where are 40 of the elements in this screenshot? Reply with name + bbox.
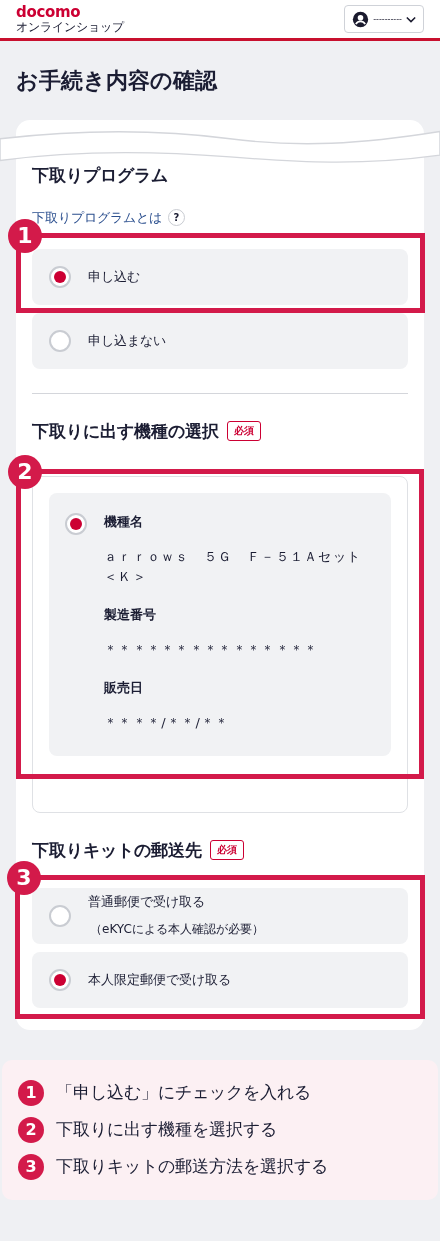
logo-text[interactable]: docomo — [16, 5, 124, 20]
option-note: （eKYCによる本人確認が必要） — [89, 921, 264, 939]
chevron-down-icon — [406, 15, 416, 23]
annotation-number: 2 — [8, 454, 42, 489]
device-option[interactable]: 機種名 ａｒｒｏｗｓ ５Ｇ Ｆ－５１Ａセット＜Ｋ＞ 製造番号 ＊＊＊＊＊＊＊＊＊＊＊＊＊＊＊ 販売日 ＊＊＊＊/＊＊/＊＊ — [49, 492, 391, 756]
radio-option[interactable]: 申し込まない — [32, 312, 408, 369]
field-label: 製造番号 — [104, 606, 157, 625]
option-label: 普通郵便で受け取る — [88, 893, 206, 912]
radio-button[interactable] — [49, 329, 71, 352]
step-number: 1 — [18, 1079, 44, 1106]
field-value: ａｒｒｏｗｓ ５Ｇ Ｆ－５１Ａセット＜Ｋ＞ — [104, 547, 363, 587]
field-label: 機種名 — [104, 512, 144, 531]
radio-option[interactable]: 申し込む — [32, 248, 408, 305]
user-icon — [352, 10, 370, 28]
radio-button[interactable] — [49, 968, 71, 991]
field-value: ＊＊＊＊/＊＊/＊＊ — [104, 714, 231, 732]
option-label: 本人限定郵便で受け取る — [88, 970, 231, 989]
step-text: 下取りキットの郵送方法を選択する — [56, 1155, 328, 1179]
annotation-number: 3 — [7, 860, 41, 895]
section-title: 下取りキットの郵送先 — [32, 838, 202, 862]
option-label: 申し込む — [88, 267, 140, 286]
radio-button[interactable] — [49, 904, 71, 927]
step-number: 3 — [18, 1153, 44, 1180]
step-text: 下取りに出す機種を選択する — [56, 1118, 277, 1142]
page-title: お手続き内容の確認 — [15, 67, 219, 95]
step-text: 「申し込む」にチェックを入れる — [56, 1081, 311, 1105]
radio-option[interactable]: 本人限定郵便で受け取る — [32, 951, 408, 1008]
radio-button[interactable] — [49, 265, 71, 288]
required-badge: 必須 — [210, 840, 244, 861]
step-number: 2 — [18, 1116, 44, 1143]
section-title: 下取りに出す機種の選択 — [32, 419, 219, 443]
radio-button[interactable] — [65, 512, 87, 535]
radio-option[interactable]: 普通郵便で受け取る （eKYCによる本人確認が必要） — [32, 887, 408, 944]
field-label: 販売日 — [104, 679, 144, 697]
option-label: 申し込まない — [88, 331, 166, 350]
required-badge: 必須 — [227, 421, 261, 442]
account-button[interactable]: ---------- — [344, 5, 424, 33]
logo-subtitle: オンラインショップ — [16, 21, 124, 33]
field-value: ＊＊＊＊＊＊＊＊＊＊＊＊＊＊＊ — [104, 641, 320, 660]
section-title: 下取りプログラム — [32, 163, 169, 187]
